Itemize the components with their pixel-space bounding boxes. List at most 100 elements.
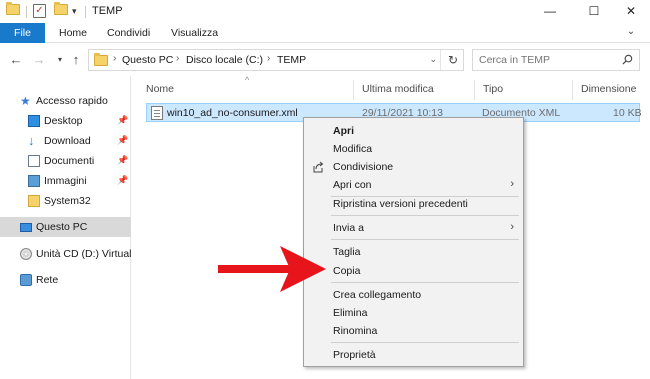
menu-item-label: Apri [333,125,354,137]
breadcrumb-local-disk[interactable]: Disco locale (C:) [186,54,263,66]
file-size: 10 KB [613,107,642,119]
breadcrumb-temp[interactable]: TEMP [277,54,306,66]
breadcrumb-separator-icon: › [113,53,117,64]
refresh-icon[interactable]: ↻ [448,53,458,67]
menu-item-label: Copia [333,265,361,277]
documents-icon [28,155,40,167]
nav-item-label: Documenti [44,155,95,167]
menu-item-label: Ripristina versioni precedenti [333,198,468,210]
help-icon[interactable] [638,25,650,39]
column-header-type[interactable]: Tipo [483,83,503,95]
menu-item-label: Taglia [333,246,361,258]
share-icon [313,161,324,173]
nav-item-this-pc[interactable]: Questo PC [0,217,131,237]
menu-item-copy[interactable]: Copia [305,262,522,280]
menu-item-label: Condivisione [333,161,394,173]
up-icon[interactable]: ↑ [68,52,84,68]
ribbon-tabs: File Home Condividi Visualizza ⌄ [0,23,650,43]
column-header-size[interactable]: Dimensione [581,83,636,95]
menu-separator [331,215,519,216]
menu-item-open-with[interactable]: Apri con › [305,176,522,194]
breadcrumb-separator-icon: › [267,53,271,64]
tab-home[interactable]: Home [59,27,87,39]
menu-item-label: Elimina [333,307,368,319]
column-divider [572,80,573,100]
nav-item-pictures[interactable]: Immagini 📌 [0,171,131,191]
red-arrow-icon [218,246,326,292]
pin-icon: 📌 [117,135,129,145]
pictures-icon [28,175,40,187]
address-dropdown-icon[interactable]: ⌄ [429,54,437,65]
close-button[interactable]: ✕ [610,0,650,22]
submenu-arrow-icon: › [510,178,514,190]
nav-item-download[interactable]: ↓ Download 📌 [0,131,131,151]
menu-item-rename[interactable]: Rinomina [305,322,522,340]
nav-item-label: Rete [36,274,59,286]
address-bar[interactable]: › Questo PC › Disco locale (C:) › TEMP ⌄… [88,49,464,71]
customize-quick-access-icon[interactable]: ▾ [72,6,77,17]
menu-item-edit[interactable]: Modifica [305,140,522,158]
nav-item-quick-access[interactable]: ★ Accesso rapido [0,91,131,111]
pin-icon: 📌 [117,175,129,185]
search-box[interactable] [472,49,640,71]
nav-item-label: Immagini [44,175,87,187]
menu-item-delete[interactable]: Elimina [305,304,522,322]
menu-item-send-to[interactable]: Invia a › [305,219,522,237]
menu-separator [331,239,519,240]
nav-item-cd-drive[interactable]: Unità CD (D:) VirtualB [0,244,139,264]
tab-file[interactable]: File [0,23,45,43]
nav-item-network[interactable]: Rete [0,270,131,290]
menu-item-label: Invia a [333,222,364,234]
column-header-modified[interactable]: Ultima modifica [362,83,434,95]
pin-icon: 📌 [117,155,129,165]
quick-access-divider [26,6,27,18]
network-icon [20,274,32,286]
folder-icon [28,195,40,207]
tab-share[interactable]: Condividi [107,27,150,39]
menu-separator [331,282,519,283]
breadcrumb-separator-icon: › [176,53,180,64]
menu-item-share[interactable]: Condivisione [305,158,522,176]
back-icon[interactable]: ← [8,52,24,68]
window-title: TEMP [92,5,123,17]
chevron-down-icon[interactable]: ⌄ [624,25,638,39]
menu-item-label: Rinomina [333,325,378,337]
submenu-arrow-icon: › [510,221,514,233]
menu-item-label: Proprietà [333,349,376,361]
tab-view[interactable]: Visualizza [171,27,218,39]
new-folder-icon[interactable] [54,2,68,15]
nav-item-label: System32 [44,195,91,207]
navigation-bar: ← → ▾ ↑ › Questo PC › Disco locale (C:) … [0,44,650,76]
search-input[interactable] [479,53,609,67]
nav-item-documents[interactable]: Documenti 📌 [0,151,131,171]
column-divider [353,80,354,100]
maximize-button[interactable]: ☐ [573,0,615,22]
folder-icon [6,2,20,15]
search-icon[interactable] [622,54,633,65]
computer-icon [20,223,32,232]
nav-item-desktop[interactable]: Desktop 📌 [0,111,131,131]
menu-item-create-shortcut[interactable]: Crea collegamento [305,286,522,304]
menu-item-label: Apri con [333,179,372,191]
download-icon: ↓ [28,133,35,148]
menu-item-properties[interactable]: Proprietà [305,346,522,364]
minimize-button[interactable]: — [529,0,571,22]
breadcrumb-this-pc[interactable]: Questo PC [122,54,173,66]
column-header-name[interactable]: Nome [146,83,174,95]
properties-icon[interactable]: ✓ [33,4,46,18]
nav-item-system32[interactable]: System32 [0,191,131,211]
recent-locations-icon[interactable]: ▾ [52,52,68,68]
menu-item-label: Crea collegamento [333,289,422,301]
cd-drive-icon [20,248,32,260]
title-bar: ✓ ▾ TEMP — ☐ ✕ [0,0,650,24]
folder-icon [94,53,108,66]
file-name: win10_ad_no-consumer.xml [167,107,298,119]
menu-item-restore-previous-versions[interactable]: Ripristina versioni precedenti [305,195,522,213]
xml-file-icon [151,106,163,120]
desktop-icon [28,115,40,127]
forward-icon[interactable]: → [31,52,47,68]
star-icon: ★ [20,94,31,108]
pin-icon: 📌 [117,115,129,125]
menu-item-open[interactable]: Apri [305,122,522,140]
menu-item-cut[interactable]: Taglia [305,243,522,261]
